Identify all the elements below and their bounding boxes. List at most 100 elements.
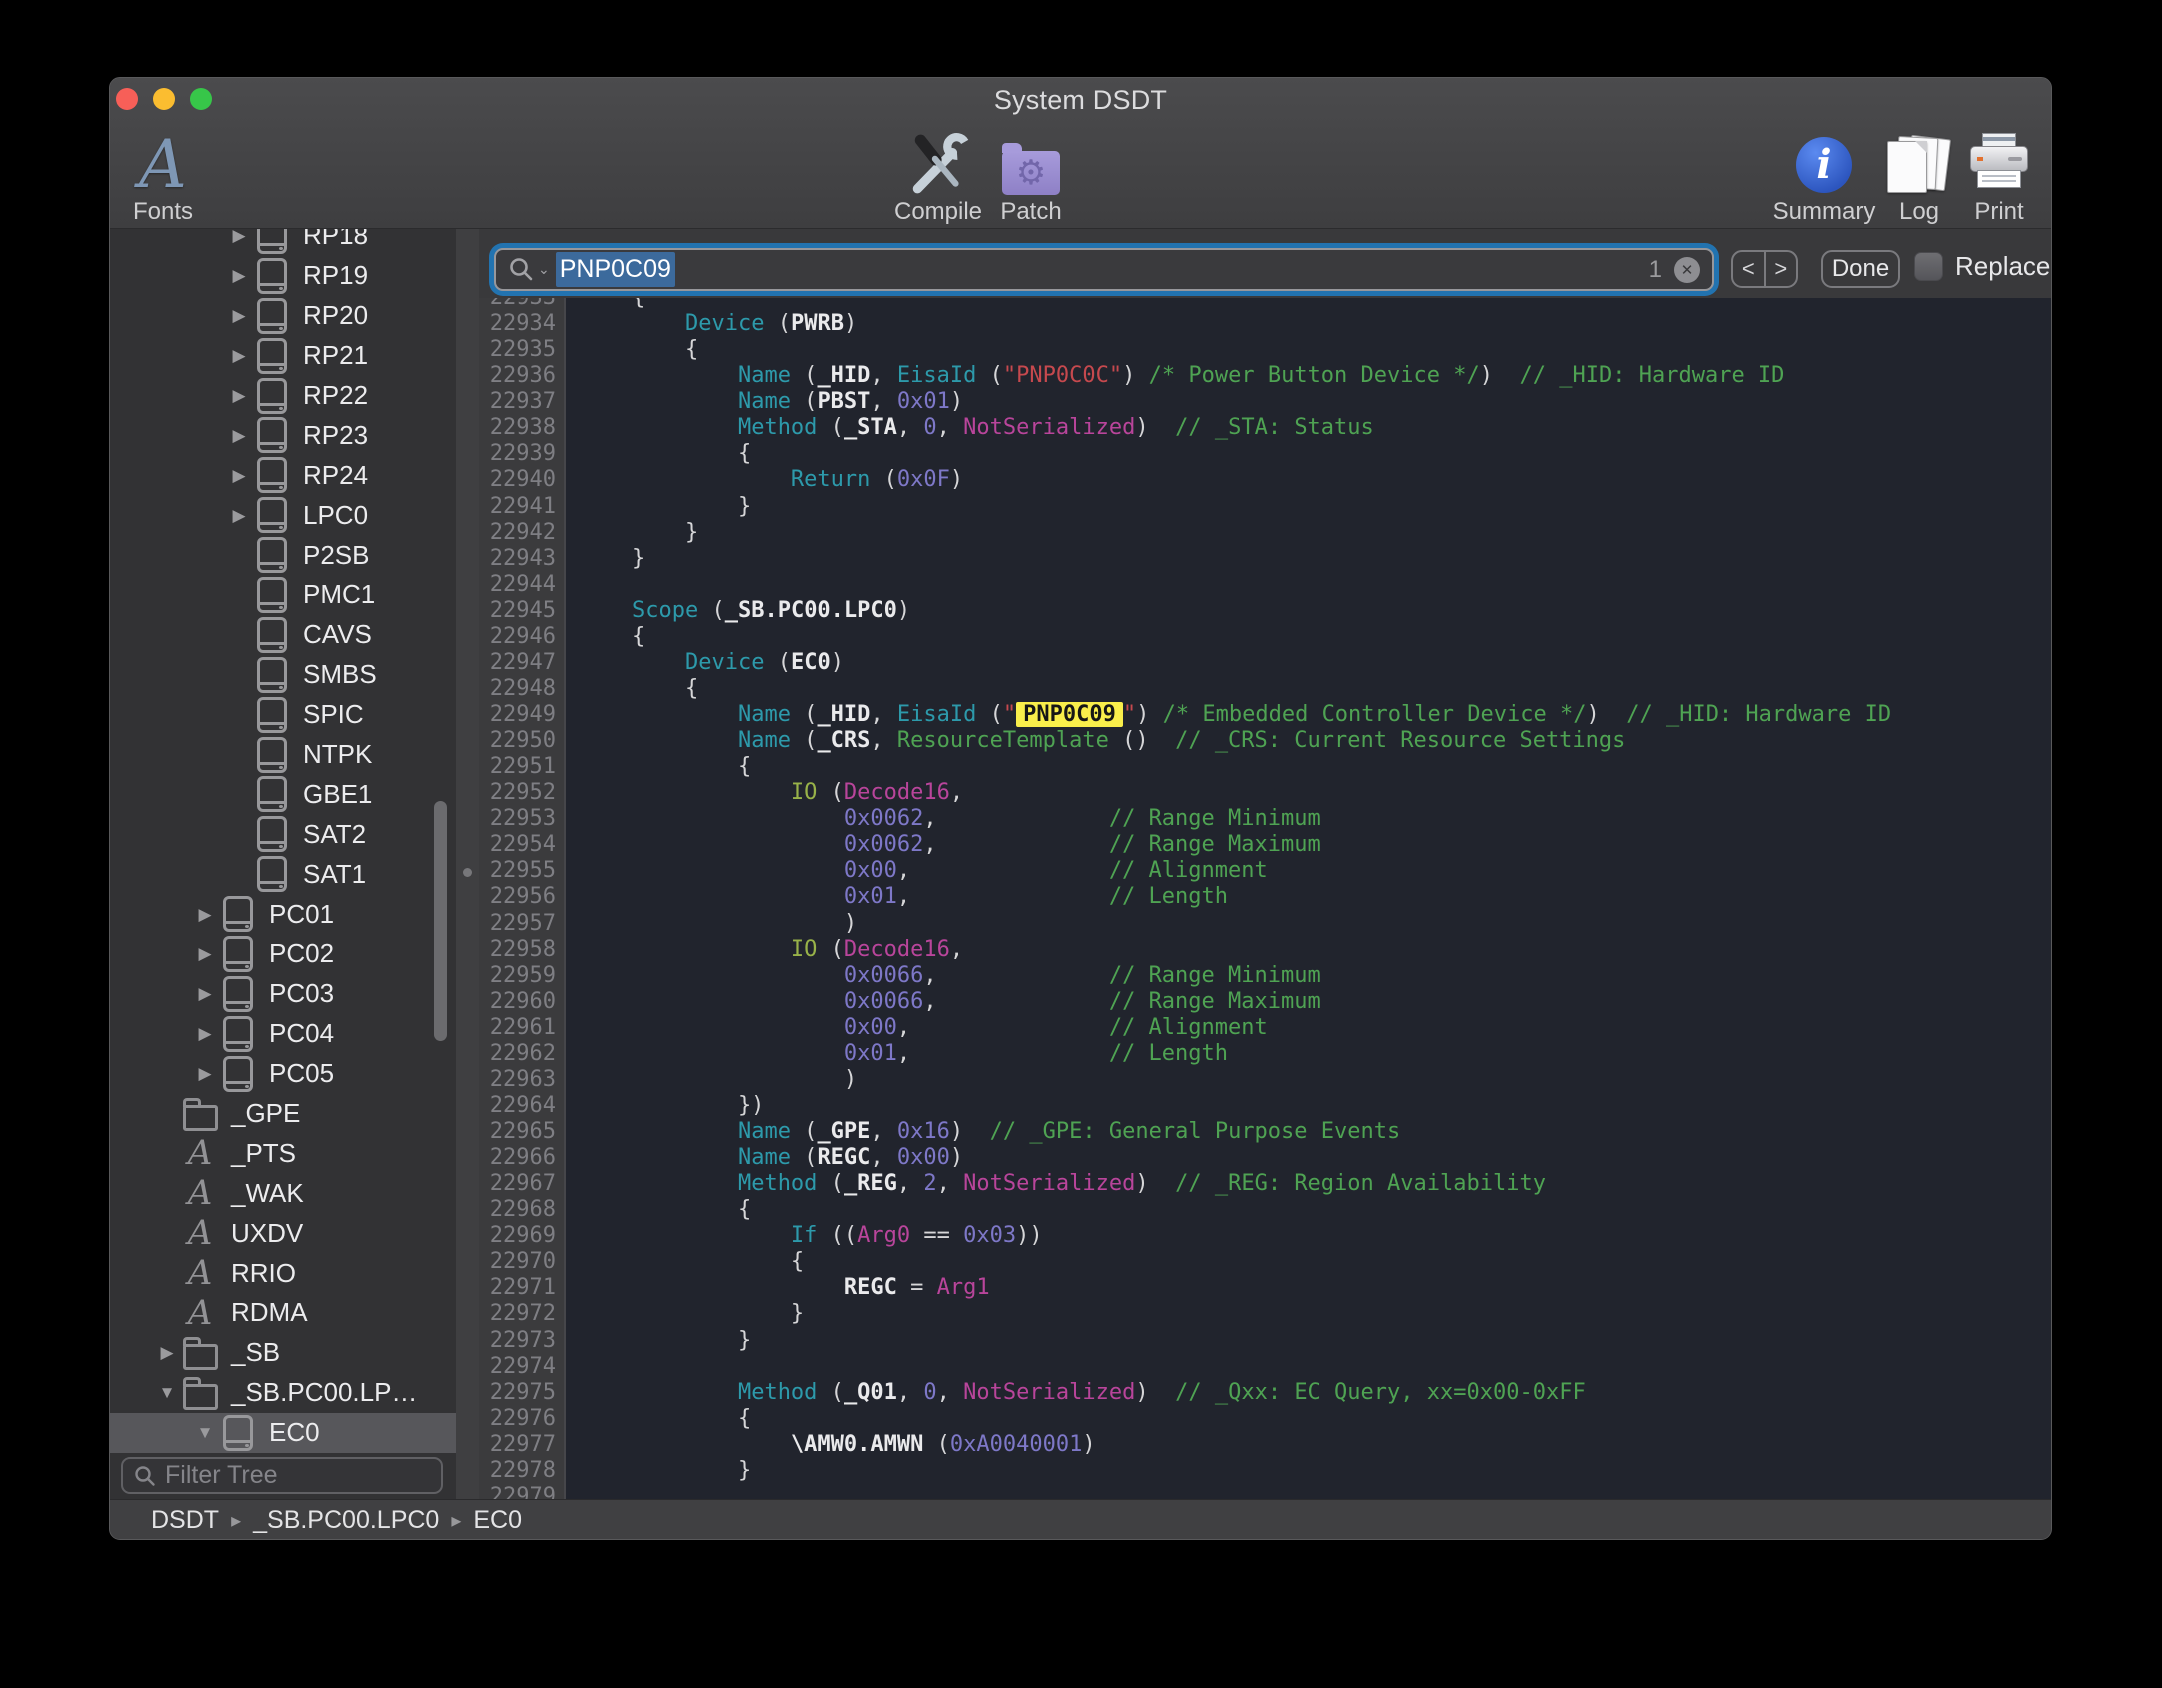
sidebar-item-wak[interactable]: A _WAK <box>110 1173 456 1213</box>
print-button[interactable]: Print <box>1964 128 2034 226</box>
sidebar-item-gpe[interactable]: _GPE <box>110 1094 456 1134</box>
breadcrumb-item[interactable]: DSDT <box>151 1506 219 1535</box>
sidebar-item-gbe1[interactable]: GBE1 <box>110 774 456 814</box>
code-line[interactable]: Device (EC0) <box>579 650 2052 676</box>
splitter-handle-icon[interactable] <box>463 868 472 877</box>
code-line[interactable]: 0x01, // Length <box>579 884 2052 910</box>
sidebar-item-smbs[interactable]: SMBS <box>110 655 456 695</box>
sidebar-item-sbpc00lp[interactable]: ▼ _SB.PC00.LP… <box>110 1373 456 1413</box>
disclosure-triangle-icon[interactable]: ▶ <box>224 347 254 364</box>
disclosure-triangle-icon[interactable]: ▼ <box>152 1384 182 1401</box>
breadcrumb-item[interactable]: _SB.PC00.LPC0 <box>253 1506 439 1535</box>
disclosure-triangle-icon[interactable]: ▶ <box>152 1344 182 1361</box>
code-line[interactable]: } <box>579 1301 2052 1327</box>
code-line[interactable]: 0x00, // Alignment <box>579 858 2052 884</box>
code-line[interactable]: Name (_CRS, ResourceTemplate () // _CRS:… <box>579 728 2052 754</box>
sidebar-item-sb[interactable]: ▶ _SB <box>110 1333 456 1373</box>
code-line[interactable]: Device (PWRB) <box>579 311 2052 337</box>
code-line[interactable]: Name (_HID, EisaId ("PNP0C09") /* Embedd… <box>579 702 2052 728</box>
code-line[interactable]: Scope (_SB.PC00.LPC0) <box>579 598 2052 624</box>
code-line[interactable]: Name (_GPE, 0x16) // _GPE: General Purpo… <box>579 1119 2052 1145</box>
code-line[interactable]: ) <box>579 911 2052 937</box>
code-line[interactable]: Method (_Q01, 0, NotSerialized) // _Qxx:… <box>579 1380 2052 1406</box>
code-line[interactable]: { <box>579 441 2052 467</box>
code-line[interactable]: { <box>579 624 2052 650</box>
sidebar-item-rp23[interactable]: ▶ RP23 <box>110 415 456 455</box>
log-button[interactable]: Log <box>1884 128 1954 226</box>
sidebar-item-spic[interactable]: SPIC <box>110 695 456 735</box>
sidebar-item-ec0[interactable]: ▼ EC0 <box>110 1413 456 1453</box>
sidebar-item-p2sb[interactable]: P2SB <box>110 535 456 575</box>
sidebar-item-rp24[interactable]: ▶ RP24 <box>110 455 456 495</box>
code-line[interactable]: 0x0066, // Range Minimum <box>579 963 2052 989</box>
disclosure-triangle-icon[interactable]: ▶ <box>224 229 254 244</box>
disclosure-triangle-icon[interactable]: ▶ <box>190 1025 220 1042</box>
code-line[interactable] <box>579 1484 2052 1499</box>
code-line[interactable]: 0x00, // Alignment <box>579 1015 2052 1041</box>
sidebar-item-lpc0[interactable]: ▶ LPC0 <box>110 495 456 535</box>
code-line[interactable]: Method (_REG, 2, NotSerialized) // _REG:… <box>579 1171 2052 1197</box>
disclosure-triangle-icon[interactable]: ▶ <box>190 906 220 923</box>
code-line[interactable]: Method (_STA, 0, NotSerialized) // _STA:… <box>579 415 2052 441</box>
disclosure-triangle-icon[interactable]: ▶ <box>190 985 220 1002</box>
done-button[interactable]: Done <box>1821 250 1900 288</box>
disclosure-triangle-icon[interactable]: ▶ <box>224 307 254 324</box>
code-line[interactable]: IO (Decode16, <box>579 937 2052 963</box>
code-line[interactable]: { <box>579 298 2052 311</box>
code-line[interactable]: ) <box>579 1067 2052 1093</box>
sidebar-item-cavs[interactable]: CAVS <box>110 615 456 655</box>
code-line[interactable]: } <box>579 520 2052 546</box>
code-line[interactable]: } <box>579 494 2052 520</box>
sidebar-item-rrio[interactable]: A RRIO <box>110 1253 456 1293</box>
code-line[interactable]: 0x0062, // Range Maximum <box>579 832 2052 858</box>
find-previous-button[interactable]: < <box>1733 252 1766 286</box>
disclosure-triangle-icon[interactable]: ▼ <box>190 1424 220 1441</box>
filter-tree-input[interactable]: Filter Tree <box>121 1457 443 1494</box>
code-line[interactable]: { <box>579 676 2052 702</box>
code-line[interactable]: }) <box>579 1093 2052 1119</box>
code-line[interactable] <box>579 1354 2052 1380</box>
code-line[interactable]: Return (0x0F) <box>579 467 2052 493</box>
disclosure-triangle-icon[interactable]: ▶ <box>224 267 254 284</box>
code-line[interactable]: } <box>579 1458 2052 1484</box>
disclosure-triangle-icon[interactable]: ▶ <box>190 945 220 962</box>
code-line[interactable]: { <box>579 754 2052 780</box>
sidebar-item-rp18[interactable]: ▶ RP18 <box>110 229 456 256</box>
search-menu-icon[interactable]: ⌄ <box>508 256 550 284</box>
disclosure-triangle-icon[interactable]: ▶ <box>224 387 254 404</box>
clear-search-icon[interactable]: ✕ <box>1674 257 1700 283</box>
code-line[interactable]: \AMW0.AMWN (0xA0040001) <box>579 1432 2052 1458</box>
sidebar-item-pc01[interactable]: ▶ PC01 <box>110 894 456 934</box>
sidebar-item-rp21[interactable]: ▶ RP21 <box>110 336 456 376</box>
disclosure-triangle-icon[interactable]: ▶ <box>224 507 254 524</box>
code-line[interactable]: If ((Arg0 == 0x03)) <box>579 1223 2052 1249</box>
compile-button[interactable]: Compile <box>883 128 993 226</box>
sidebar-item-pmc1[interactable]: PMC1 <box>110 575 456 615</box>
sidebar-item-pc02[interactable]: ▶ PC02 <box>110 934 456 974</box>
sidebar-item-rp20[interactable]: ▶ RP20 <box>110 296 456 336</box>
code-line[interactable]: 0x0062, // Range Minimum <box>579 806 2052 832</box>
patch-button[interactable]: ⚙ Patch <box>986 128 1076 226</box>
code-editor[interactable]: 2293322934229352293622937229382293922940… <box>479 298 2052 1499</box>
code-line[interactable]: Name (_HID, EisaId ("PNP0C0C") /* Power … <box>579 363 2052 389</box>
code-line[interactable]: IO (Decode16, <box>579 780 2052 806</box>
summary-button[interactable]: i Summary <box>1764 128 1884 226</box>
code-line[interactable]: 0x0066, // Range Maximum <box>579 989 2052 1015</box>
sidebar-item-pc03[interactable]: ▶ PC03 <box>110 974 456 1014</box>
disclosure-triangle-icon[interactable]: ▶ <box>224 467 254 484</box>
disclosure-triangle-icon[interactable]: ▶ <box>224 427 254 444</box>
code-line[interactable]: } <box>579 546 2052 572</box>
sidebar-item-ntpk[interactable]: NTPK <box>110 735 456 775</box>
sidebar-item-rp19[interactable]: ▶ RP19 <box>110 256 456 296</box>
sidebar-item-pts[interactable]: A _PTS <box>110 1133 456 1173</box>
sidebar-item-sat1[interactable]: SAT1 <box>110 854 456 894</box>
breadcrumb-item[interactable]: EC0 <box>473 1506 522 1535</box>
disclosure-triangle-icon[interactable]: ▶ <box>190 1065 220 1082</box>
code-line[interactable]: { <box>579 1197 2052 1223</box>
code-line[interactable]: REGC = Arg1 <box>579 1275 2052 1301</box>
find-next-button[interactable]: > <box>1766 252 1797 286</box>
code-line[interactable]: { <box>579 337 2052 363</box>
search-input[interactable]: ⌄ PNP0C09 1 ✕ <box>494 248 1714 291</box>
fonts-button[interactable]: A Fonts <box>120 128 206 226</box>
code-area[interactable]: { Device (PWRB) { Name (_HID, EisaId ("P… <box>566 298 2052 1499</box>
